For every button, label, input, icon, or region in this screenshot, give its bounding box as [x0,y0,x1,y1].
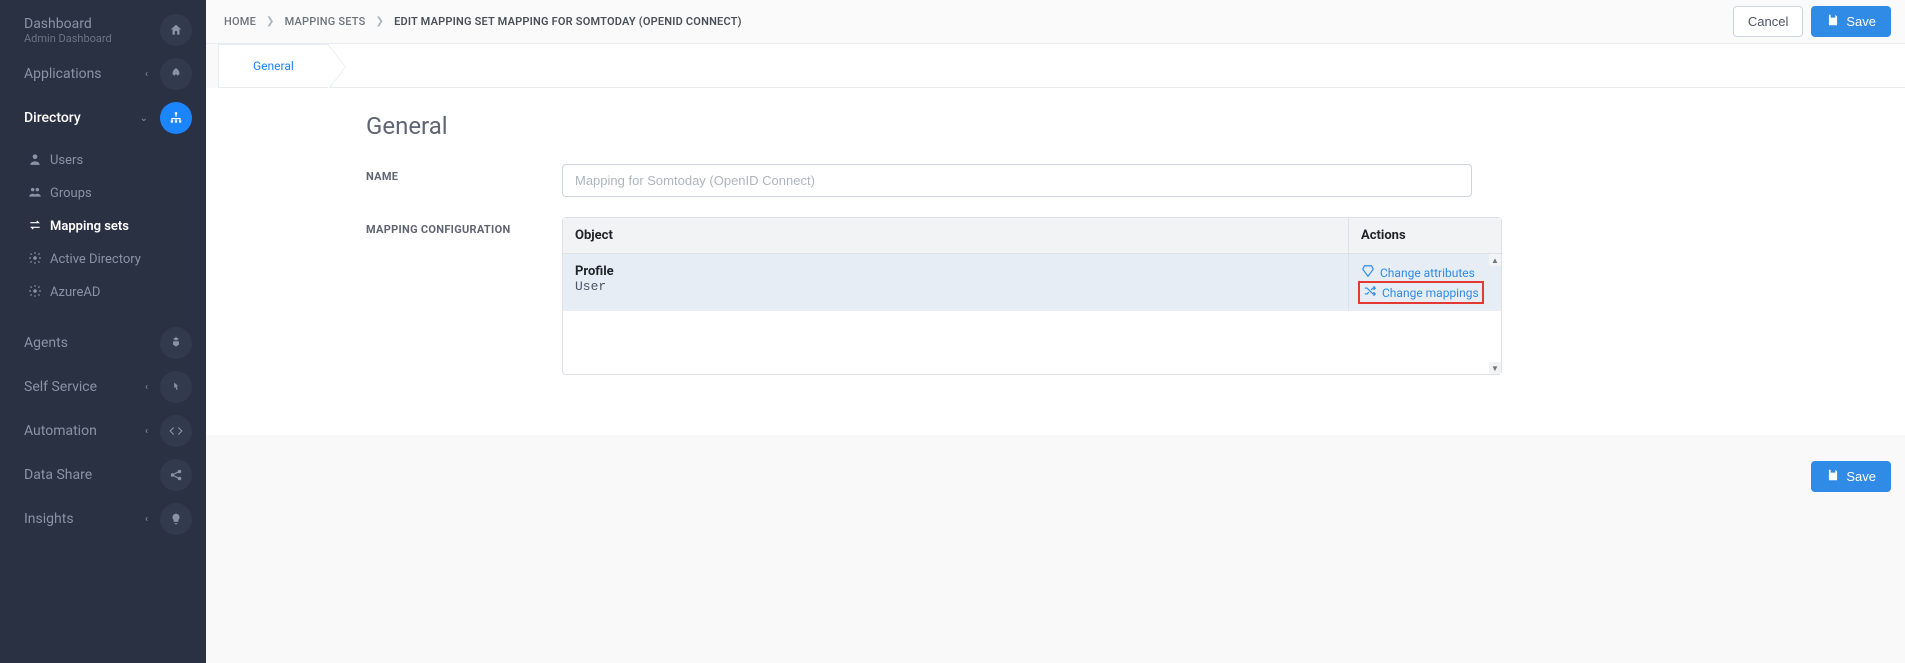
save-icon [1826,468,1840,485]
directory-submenu: Users Groups Mapping sets Active Directo… [0,140,206,313]
tab-general-label: General [253,59,294,73]
cell-object: Profile User [563,254,1349,311]
groups-label: Groups [50,186,92,201]
column-actions: Actions [1349,218,1501,253]
cancel-button[interactable]: Cancel [1733,6,1803,37]
mapping-config-label: Mapping Configuration [366,217,562,236]
name-input[interactable] [562,164,1472,197]
group-icon [28,185,44,202]
sidebar: Dashboard Admin Dashboard Applications ‹… [0,0,206,663]
sidebar-item-users[interactable]: Users [0,144,206,177]
save-button-footer-label: Save [1846,469,1876,484]
lightbulb-icon [160,503,192,535]
share-icon [160,459,192,491]
self-service-label: Self Service [24,379,97,395]
shuffle-icon [1363,284,1377,301]
chevron-left-icon: ‹ [145,69,148,80]
main-content: Home ❯ Mapping Sets ❯ Edit Mapping Set M… [206,0,1905,518]
object-title: Profile [575,264,1336,279]
change-mappings-label: Change mappings [1382,286,1479,300]
directory-label: Directory [24,110,81,126]
change-mappings-link[interactable]: Change mappings [1361,284,1481,301]
gear-icon [28,251,44,268]
breadcrumb: Home ❯ Mapping Sets ❯ Edit Mapping Set M… [206,15,742,28]
dashboard-sublabel: Admin Dashboard [24,32,112,45]
sidebar-item-groups[interactable]: Groups [0,177,206,210]
table-body: Profile User Change attributes [563,254,1501,374]
form-area: General Name Mapping Configuration Objec… [206,88,1905,435]
chevron-right-icon: ❯ [266,16,275,27]
dashboard-label: Dashboard [24,16,112,32]
applications-label: Applications [24,66,102,82]
tab-general[interactable]: General [218,44,329,87]
chevron-left-icon: ‹ [145,426,148,437]
sidebar-item-active-directory[interactable]: Active Directory [0,243,206,276]
name-label: Name [366,164,562,183]
page-title: General [366,112,1887,140]
footer-actions: Save [206,435,1905,518]
cell-actions: Change attributes Change mappings [1349,254,1501,311]
azuread-label: AzureAD [50,285,100,300]
data-share-label: Data Share [24,467,92,483]
gear-icon [28,284,44,301]
scroll-down-icon[interactable]: ▼ [1489,362,1501,374]
scroll-up-icon[interactable]: ▲ [1489,254,1501,266]
table-header: Object Actions [563,218,1501,254]
cubes-icon [160,327,192,359]
change-attributes-label: Change attributes [1380,266,1475,280]
column-object: Object [563,218,1349,253]
active-directory-label: Active Directory [50,252,141,267]
object-desc: User [575,279,1336,294]
sidebar-item-agents[interactable]: Agents [0,321,206,365]
chevron-left-icon: ‹ [145,382,148,393]
sidebar-item-self-service[interactable]: Self Service ‹ [0,365,206,409]
chevron-down-icon: ⌄ [140,113,148,124]
change-attributes-link[interactable]: Change attributes [1361,264,1475,281]
sitemap-icon [160,102,192,134]
user-icon [28,152,44,169]
sidebar-item-directory[interactable]: Directory ⌄ [0,96,206,140]
sidebar-item-mapping-sets[interactable]: Mapping sets [0,210,206,243]
table-row: Profile User Change attributes [563,254,1501,311]
exchange-icon [28,218,44,235]
sidebar-item-insights[interactable]: Insights ‹ [0,497,206,541]
rocket-icon [160,58,192,90]
breadcrumb-current: Edit Mapping Set Mapping for Somtoday (O… [394,15,742,28]
cancel-button-label: Cancel [1748,14,1788,29]
agents-label: Agents [24,335,68,351]
code-icon [160,415,192,447]
sidebar-item-dashboard[interactable]: Dashboard Admin Dashboard [0,0,206,52]
breadcrumb-mapping-sets[interactable]: Mapping Sets [285,15,366,28]
mapping-table: Object Actions Profile User [562,217,1502,375]
automation-label: Automation [24,423,97,439]
insights-label: Insights [24,511,74,527]
chevron-right-icon: ❯ [375,16,384,27]
save-button[interactable]: Save [1811,6,1891,37]
topbar: Home ❯ Mapping Sets ❯ Edit Mapping Set M… [206,0,1905,44]
save-button-label: Save [1846,14,1876,29]
mapping-sets-label: Mapping sets [50,219,129,234]
pointer-icon [160,371,192,403]
diamond-icon [1361,264,1375,281]
sidebar-item-applications[interactable]: Applications ‹ [0,52,206,96]
sidebar-item-azuread[interactable]: AzureAD [0,276,206,309]
tabbar: General [218,44,1905,88]
breadcrumb-home[interactable]: Home [224,15,256,28]
chevron-left-icon: ‹ [145,514,148,525]
sidebar-item-data-share[interactable]: Data Share [0,453,206,497]
home-icon [160,14,192,46]
save-icon [1826,13,1840,30]
sidebar-item-automation[interactable]: Automation ‹ [0,409,206,453]
save-button-footer[interactable]: Save [1811,461,1891,492]
users-label: Users [50,153,83,168]
